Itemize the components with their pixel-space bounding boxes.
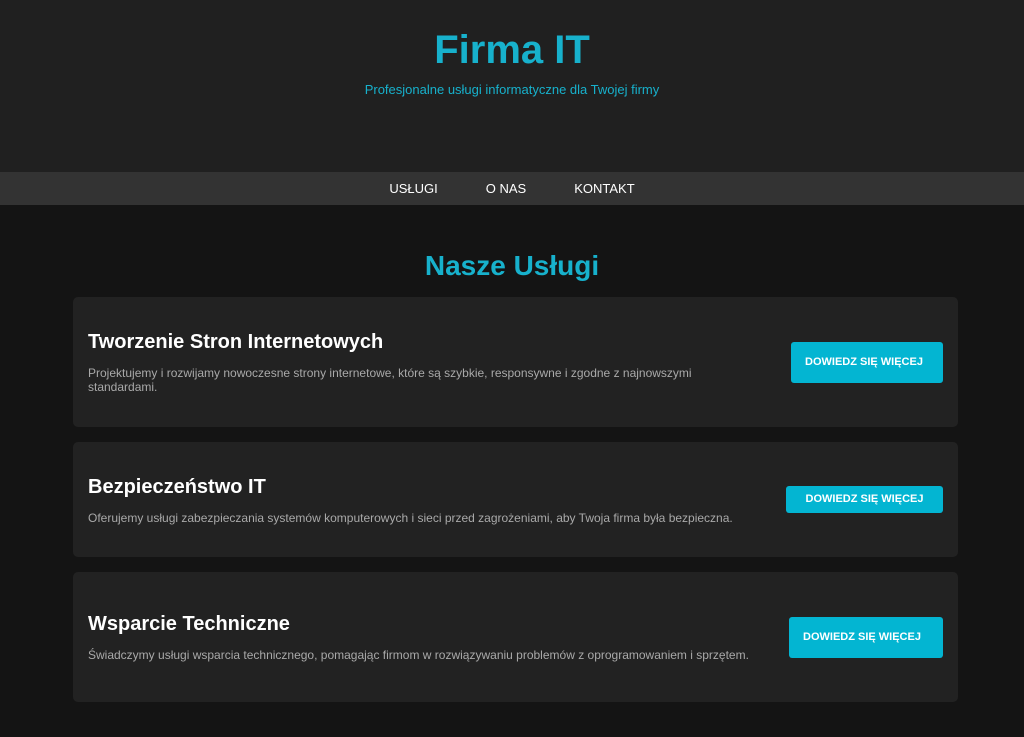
card-title: Tworzenie Stron Internetowych (88, 331, 384, 353)
card-description: Projektujemy i rozwijamy nowoczesne stro… (88, 366, 692, 394)
learn-more-button[interactable]: DOWIEDZ SIĘ WIĘCEJ (791, 341, 943, 383)
services-section: Nasze Usługi Tworzenie Stron Internetowy… (0, 249, 1024, 702)
service-card-web: Tworzenie Stron Internetowych Projektuje… (73, 297, 958, 427)
service-card-support: Wsparcie Techniczne Świadczymy usługi ws… (73, 572, 958, 702)
service-cards: Tworzenie Stron Internetowych Projektuje… (73, 297, 958, 702)
nav-link-kontakt[interactable]: KONTAKT (574, 181, 634, 196)
site-title: Firma IT (434, 28, 590, 72)
card-body: Bezpieczeństwo IT Oferujemy usługi zabez… (88, 475, 786, 525)
site-tagline: Profesjonalne usługi informatyczne dla T… (364, 82, 660, 97)
section-title: Nasze Usługi (424, 250, 600, 281)
card-title: Wsparcie Techniczne (88, 613, 290, 635)
main-nav: USŁUGI O NAS KONTAKT (0, 172, 1024, 205)
nav-link-uslugi[interactable]: USŁUGI (389, 181, 437, 196)
card-description: Oferujemy usługi zabezpieczania systemów… (88, 510, 733, 525)
card-title: Bezpieczeństwo IT (88, 475, 266, 498)
card-body: Wsparcie Techniczne Świadczymy usługi ws… (88, 612, 789, 662)
learn-more-button[interactable]: DOWIEDZ SIĘ WIĘCEJ (786, 486, 943, 513)
card-description: Świadczymy usługi wsparcia technicznego,… (88, 648, 749, 662)
site-header: Firma IT Profesjonalne usługi informatyc… (0, 0, 1024, 172)
card-body: Tworzenie Stron Internetowych Projektuje… (88, 330, 791, 394)
learn-more-button[interactable]: DOWIEDZ SIĘ WIĘCEJ (789, 616, 943, 658)
service-card-security: Bezpieczeństwo IT Oferujemy usługi zabez… (73, 442, 958, 557)
nav-link-o-nas[interactable]: O NAS (486, 181, 526, 196)
